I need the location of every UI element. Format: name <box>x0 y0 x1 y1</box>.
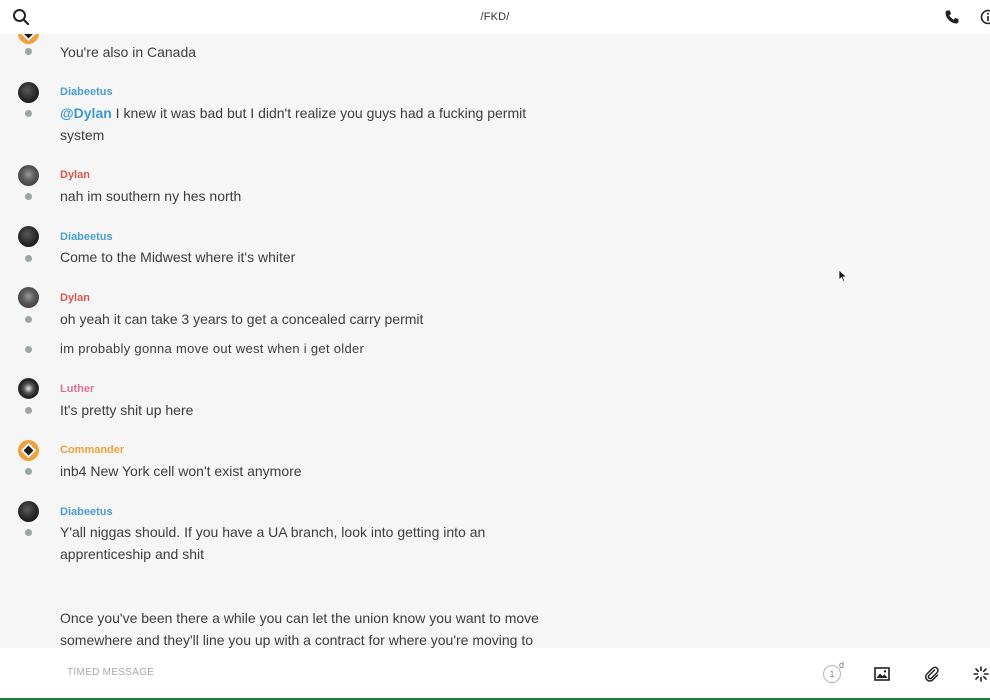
conversation-title: /FKD/ <box>480 11 510 23</box>
paperclip-icon[interactable] <box>922 664 942 684</box>
message-body: I knew it was bad but I didn't realize y… <box>60 105 527 143</box>
message-text: oh yeah it can take 3 years to get a con… <box>60 311 424 327</box>
top-bar: /FKD/ <box>0 0 990 34</box>
message-bullet <box>25 529 32 536</box>
message-bullet <box>25 255 32 262</box>
mouse-cursor-icon <box>838 269 848 283</box>
sender-name[interactable]: Diabeetus <box>60 86 113 98</box>
message-text: You're also in Canada <box>60 44 197 60</box>
avatar <box>18 165 39 186</box>
message-text: Once you've been there a while you can l… <box>60 610 539 648</box>
message-text: nah im southern ny hes north <box>60 188 242 204</box>
message-list[interactable]: You're also in Canada Diabeetus @Dylan I… <box>0 34 990 648</box>
sender-name[interactable]: Commander <box>60 444 124 456</box>
image-icon[interactable] <box>872 664 892 684</box>
avatar <box>18 440 39 461</box>
message-bullet <box>25 110 32 117</box>
avatar <box>18 34 39 44</box>
message-bullet <box>25 407 32 414</box>
message-bullet <box>25 316 32 323</box>
search-icon[interactable] <box>11 7 31 27</box>
info-icon[interactable] <box>978 7 990 27</box>
message-text: @Dylan I knew it was bad but I didn't re… <box>60 102 560 146</box>
message-bullet <box>25 468 32 475</box>
sender-name[interactable]: Dylan <box>60 169 90 181</box>
timer-unit: d <box>839 660 845 670</box>
timer-icon[interactable]: 1 d <box>822 660 844 684</box>
phone-icon[interactable] <box>942 7 962 27</box>
message-bullet <box>25 48 32 55</box>
avatar <box>18 287 39 308</box>
message-bullet <box>25 346 32 353</box>
message-input[interactable]: TIMED MESSAGE <box>67 667 154 678</box>
message-composer: TIMED MESSAGE 1 d <box>0 648 990 698</box>
sender-name[interactable]: Luther <box>60 383 94 395</box>
message-bullet <box>25 193 32 200</box>
sender-name[interactable]: Dylan <box>60 292 90 304</box>
message-text: Y'all niggas should. If you have a UA br… <box>60 524 486 562</box>
sender-name[interactable]: Diabeetus <box>60 231 113 243</box>
avatar <box>18 501 39 522</box>
avatar <box>18 82 39 103</box>
avatar <box>18 226 39 247</box>
user-mention[interactable]: @Dylan <box>60 105 112 121</box>
sparkle-icon[interactable] <box>971 664 990 684</box>
message-text: im probably gonna move out west when i g… <box>60 341 365 356</box>
message-text: It's pretty shit up here <box>60 402 194 418</box>
message-text: Come to the Midwest where it's whiter <box>60 249 296 265</box>
message-text: inb4 New York cell won't exist anymore <box>60 463 302 479</box>
sender-name[interactable]: Diabeetus <box>60 506 113 518</box>
avatar <box>18 378 39 399</box>
